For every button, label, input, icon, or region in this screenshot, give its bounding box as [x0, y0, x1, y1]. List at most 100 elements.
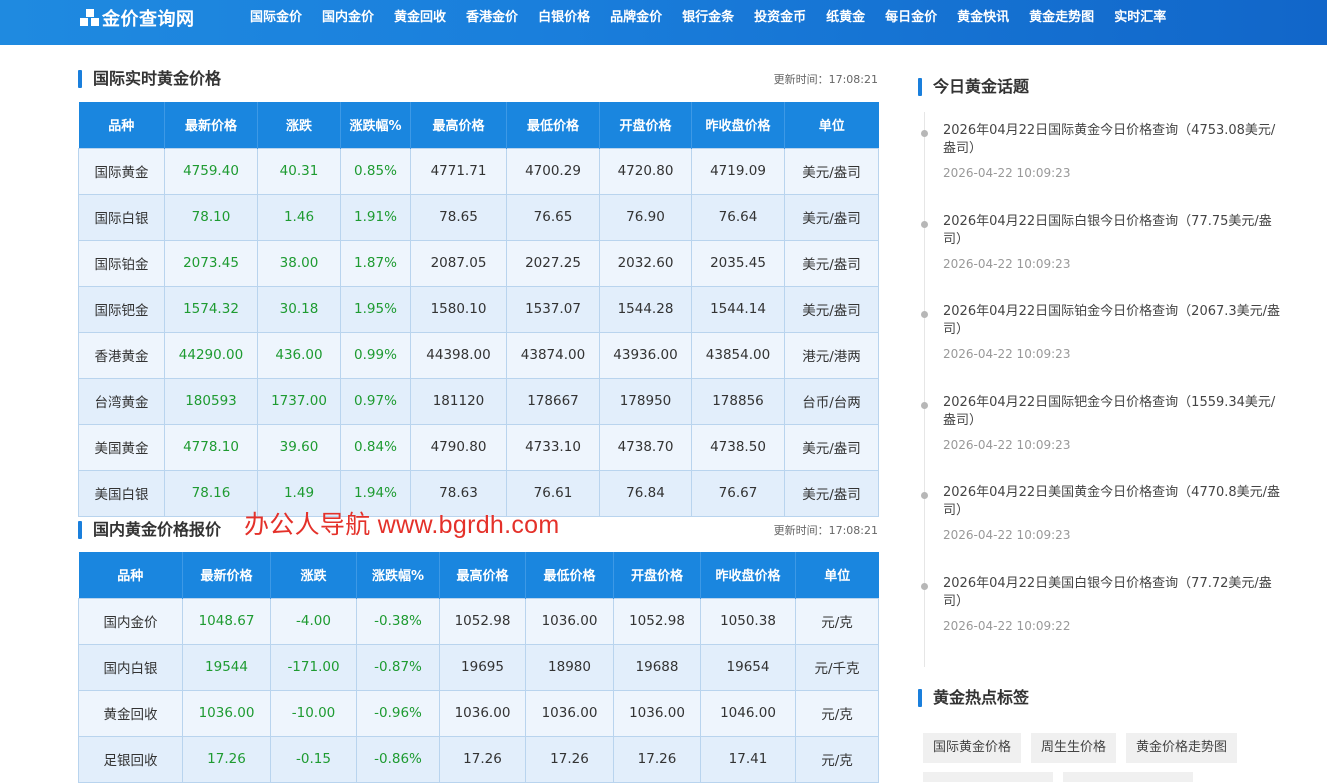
nav-item[interactable]: 香港金价	[456, 0, 528, 36]
topic-title-link[interactable]: 2026年04月22日美国黄金今日价格查询（4770.8美元/盎司）	[943, 484, 1283, 520]
table-cell: 4771.71	[410, 147, 507, 195]
timeline-dot	[921, 583, 928, 590]
site-logo[interactable]: 金价查询网	[80, 5, 195, 31]
table-cell: 1580.10	[410, 285, 507, 333]
table-cell-name[interactable]: 台湾黄金	[78, 377, 165, 425]
topic-title-link[interactable]: 2026年04月22日国际钯金今日价格查询（1559.34美元/盎司）	[943, 394, 1283, 430]
table-cell-name[interactable]: 国际钯金	[78, 285, 165, 333]
table-cell: 4720.80	[599, 147, 692, 195]
tag-item[interactable]: 国际黄金价格	[923, 733, 1022, 763]
table-cell-unit: 元/千克	[795, 643, 879, 691]
topic-timestamp: 2026-04-22 10:09:23	[943, 438, 1071, 452]
topic-title-link[interactable]: 2026年04月22日美国白银今日价格查询（77.72美元/盎司）	[943, 575, 1283, 611]
column-header: 昨收盘价格	[691, 102, 785, 148]
table-row[interactable]: 足银回收 17.26 -0.15 -0.86% 17.26 17.26 17.26 17.41…	[78, 735, 879, 783]
nav-item[interactable]: 黄金快讯	[947, 0, 1019, 36]
topic-title-link[interactable]: 2026年04月22日国际黄金今日价格查询（4753.08美元/盎司）	[943, 122, 1283, 158]
section-accent-bar	[918, 689, 922, 707]
table-cell: 1036.00	[439, 689, 526, 737]
nav-item[interactable]: 银行金条	[672, 0, 744, 36]
table-cell-name[interactable]: 国际铂金	[78, 239, 165, 287]
table-cell-unit: 美元/盎司	[784, 147, 879, 195]
table-cell-name[interactable]: 国内金价	[78, 597, 183, 645]
table-cell-name[interactable]: 国内白银	[78, 643, 183, 691]
topics-section-header: 今日黄金话题	[918, 76, 1278, 100]
nav-item[interactable]: 实时汇率	[1104, 0, 1176, 36]
tag-placeholder[interactable]	[1063, 772, 1193, 782]
table-cell-name[interactable]: 美国黄金	[78, 423, 165, 471]
tag-placeholder[interactable]	[923, 772, 1053, 782]
nav-item[interactable]: 投资金币	[744, 0, 816, 36]
nav-item[interactable]: 国内金价	[312, 0, 384, 36]
section-accent-bar	[78, 70, 82, 88]
topic-timestamp: 2026-04-22 10:09:22	[943, 619, 1071, 633]
timeline-dot	[921, 221, 928, 228]
table-cell: 19688	[613, 643, 701, 691]
nav-item[interactable]: 品牌金价	[600, 0, 672, 36]
column-header: 最新价格	[164, 102, 258, 148]
table-row[interactable]: 国内金价 1048.67 -4.00 -0.38% 1052.98 1036.00 1052…	[78, 597, 879, 645]
international-update-time: 更新时间：17:08:21	[773, 73, 878, 86]
table-cell-unit: 美元/盎司	[784, 193, 879, 241]
nav-item[interactable]: 黄金走势图	[1019, 0, 1104, 36]
table-row[interactable]: 台湾黄金 180593 1737.00 0.97% 181120 178667 178950…	[78, 377, 879, 425]
tag-item[interactable]: 周生生价格	[1031, 733, 1117, 763]
domestic-section-title: 国内黄金价格报价	[93, 520, 222, 539]
table-cell: 1048.67	[182, 597, 271, 645]
watermark-text: 办公人导航 www.bgrdh.com	[244, 511, 560, 539]
table-row[interactable]: 国际钯金 1574.32 30.18 1.95% 1580.10 1537.07 1544.…	[78, 285, 879, 333]
main-nav: 国际金价 国内金价 黄金回收 香港金价 白银价格 品牌金价 银行金条 投资金币 纸黄金 每日金价黄…	[240, 0, 1176, 36]
nav-item[interactable]: 黄金回收	[384, 0, 456, 36]
column-header: 开盘价格	[599, 102, 692, 148]
table-row[interactable]: 国际铂金 2073.45 38.00 1.87% 2087.05 2027.25 2032.…	[78, 239, 879, 287]
column-header: 涨跌	[270, 552, 357, 598]
table-row[interactable]: 香港黄金 44290.00 436.00 0.99% 44398.00 43874.00 4…	[78, 331, 879, 379]
section-accent-bar	[78, 521, 82, 539]
table-cell: 76.67	[691, 469, 785, 517]
table-cell: 2073.45	[164, 239, 258, 287]
column-header: 单位	[795, 552, 879, 598]
table-cell: 44290.00	[164, 331, 258, 379]
table-cell-name[interactable]: 香港黄金	[78, 331, 165, 379]
table-cell-name[interactable]: 国际黄金	[78, 147, 165, 195]
table-cell: 178667	[506, 377, 600, 425]
table-cell: 1.91%	[340, 193, 411, 241]
table-cell: -0.86%	[356, 735, 440, 783]
table-cell: 19695	[439, 643, 526, 691]
nav-item[interactable]: 每日金价	[875, 0, 947, 36]
topic-title-link[interactable]: 2026年04月22日国际铂金今日价格查询（2067.3美元/盎司）	[943, 303, 1283, 339]
topic-title-link[interactable]: 2026年04月22日国际白银今日价格查询（77.75美元/盎司）	[943, 213, 1283, 249]
international-section-title: 国际实时黄金价格	[93, 69, 222, 88]
column-header: 涨跌幅%	[340, 102, 411, 148]
table-cell-name[interactable]: 国际白银	[78, 193, 165, 241]
table-row[interactable]: 国际白银 78.10 1.46 1.91% 78.65 76.65 76.90 76.64 美元…	[78, 193, 879, 241]
nav-item[interactable]: 白银价格	[528, 0, 600, 36]
table-cell-unit: 元/克	[795, 689, 879, 737]
table-cell: 4759.40	[164, 147, 258, 195]
nav-item[interactable]: 纸黄金	[816, 0, 875, 36]
topics-timeline: 2026年04月22日国际黄金今日价格查询（4753.08美元/盎司） 2026-…	[921, 112, 1284, 667]
table-cell: 1050.38	[700, 597, 796, 645]
column-header: 开盘价格	[613, 552, 701, 598]
table-cell: 1544.14	[691, 285, 785, 333]
table-cell: 1036.00	[525, 597, 614, 645]
table-cell-unit: 美元/盎司	[784, 469, 879, 517]
column-header: 昨收盘价格	[700, 552, 796, 598]
table-cell-name[interactable]: 黄金回收	[78, 689, 183, 737]
table-row[interactable]: 国内白银 19544 -171.00 -0.87% 19695 18980 19688 196…	[78, 643, 879, 691]
table-cell-unit: 美元/盎司	[784, 423, 879, 471]
table-cell: 2032.60	[599, 239, 692, 287]
nav-item[interactable]: 国际金价	[240, 0, 312, 36]
table-cell-unit: 美元/盎司	[784, 239, 879, 287]
table-cell: -171.00	[270, 643, 357, 691]
table-row[interactable]: 国际黄金 4759.40 40.31 0.85% 4771.71 4700.29 4720.…	[78, 147, 879, 195]
table-cell-unit: 台币/台两	[784, 377, 879, 425]
table-row[interactable]: 黄金回收 1036.00 -10.00 -0.96% 1036.00 1036.00 103…	[78, 689, 879, 737]
table-cell-name[interactable]: 足银回收	[78, 735, 183, 783]
table-cell: -0.38%	[356, 597, 440, 645]
tag-item[interactable]: 黄金价格走势图	[1126, 733, 1238, 763]
top-navigation-bar: 金价查询网 国际金价 国内金价 黄金回收 香港金价 白银价格 品牌金价 银行金条 投资金币 纸黄…	[0, 0, 1327, 45]
table-cell-name[interactable]: 美国白银	[78, 469, 165, 517]
table-row[interactable]: 美国黄金 4778.10 39.60 0.84% 4790.80 4733.10 4738.…	[78, 423, 879, 471]
site-logo-text: 金价查询网	[102, 9, 195, 30]
